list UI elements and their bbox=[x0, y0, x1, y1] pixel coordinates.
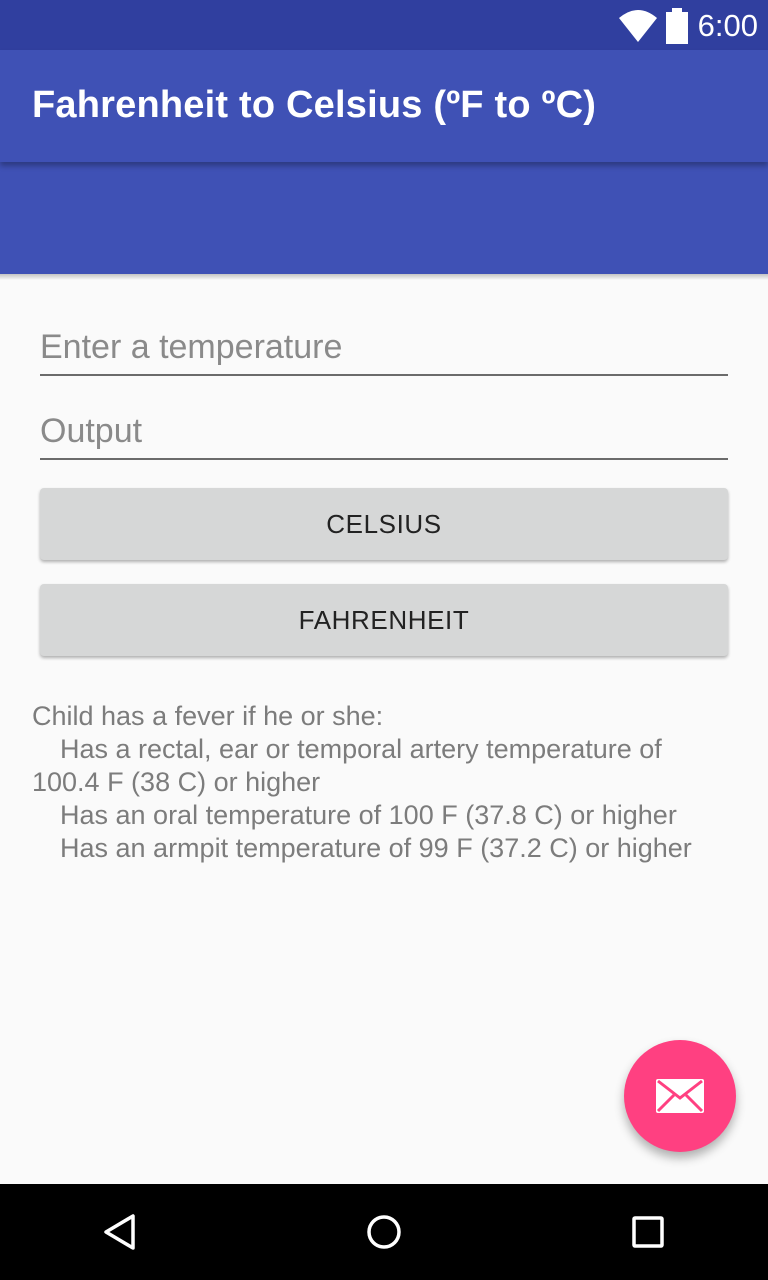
status-icons: 6:00 bbox=[618, 8, 758, 44]
fever-info-armpit: Has an armpit temperature of 99 F (37.2 … bbox=[60, 833, 692, 863]
status-time: 6:00 bbox=[697, 8, 758, 43]
status-bar: 6:00 bbox=[0, 0, 768, 50]
celsius-button[interactable]: CELSIUS bbox=[40, 488, 728, 560]
recents-button[interactable] bbox=[624, 1208, 672, 1256]
wifi-icon bbox=[618, 10, 657, 42]
fever-info-rectal: Has a rectal, ear or temporal artery tem… bbox=[60, 734, 662, 764]
email-icon bbox=[656, 1079, 704, 1113]
recents-icon bbox=[632, 1216, 664, 1248]
fever-info: Child has a fever if he or she: Has a re… bbox=[32, 700, 732, 865]
app-title: Fahrenheit to Celsius (ºF to ºC) bbox=[32, 84, 597, 126]
fever-info-intro: Child has a fever if he or she: bbox=[32, 701, 384, 731]
output-field[interactable]: Output bbox=[40, 400, 728, 460]
fahrenheit-button[interactable]: FAHRENHEIT bbox=[40, 584, 728, 656]
battery-icon bbox=[665, 8, 688, 44]
nav-bar bbox=[0, 1184, 768, 1280]
back-button[interactable] bbox=[96, 1208, 144, 1256]
email-fab[interactable] bbox=[624, 1040, 736, 1152]
back-icon bbox=[104, 1214, 135, 1250]
screen: 6:00 Fahrenheit to Celsius (ºF to ºC) En… bbox=[0, 0, 768, 1280]
temperature-input[interactable]: Enter a temperature bbox=[40, 316, 728, 376]
output-field-placeholder: Output bbox=[40, 412, 143, 450]
home-button[interactable] bbox=[360, 1208, 408, 1256]
app-bar: Fahrenheit to Celsius (ºF to ºC) bbox=[0, 50, 768, 274]
home-icon bbox=[367, 1215, 401, 1249]
toolbar: Fahrenheit to Celsius (ºF to ºC) bbox=[0, 50, 768, 162]
temperature-input-placeholder: Enter a temperature bbox=[40, 328, 343, 366]
fever-info-oral: Has an oral temperature of 100 F (37.8 C… bbox=[60, 800, 677, 830]
app-bar-shadow bbox=[0, 274, 768, 280]
fever-info-rectal-cont: 100.4 F (38 C) or higher bbox=[32, 767, 321, 797]
